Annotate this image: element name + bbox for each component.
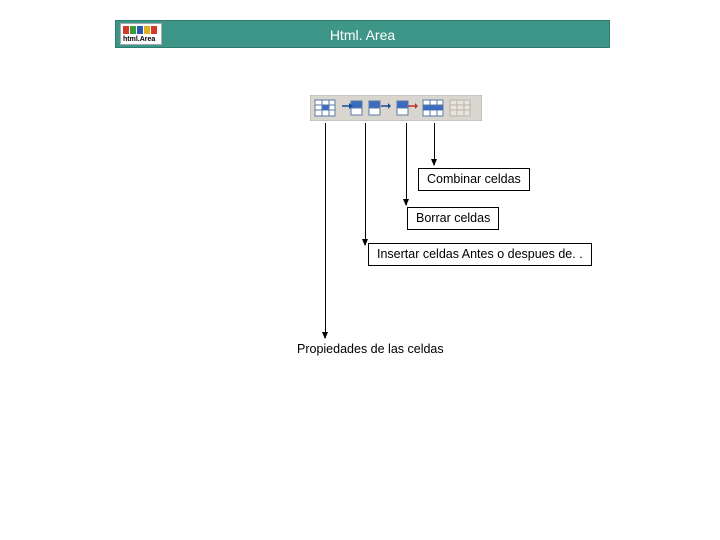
merge-cells-icon[interactable] xyxy=(421,97,445,119)
delete-cell-icon[interactable] xyxy=(394,97,418,119)
label-merge: Combinar celdas xyxy=(418,168,530,191)
page-title: Html. Area xyxy=(330,27,395,43)
arrow-delete xyxy=(406,123,407,205)
arrow-merge xyxy=(434,123,435,165)
split-cell-icon[interactable] xyxy=(448,97,472,119)
insert-cell-before-icon[interactable] xyxy=(340,97,364,119)
cell-properties-icon[interactable] xyxy=(313,97,337,119)
label-insert: Insertar celdas Antes o despues de. . xyxy=(368,243,592,266)
label-delete: Borrar celdas xyxy=(407,207,499,230)
table-cells-toolbar xyxy=(310,95,482,121)
title-bar: Html. Area xyxy=(115,20,610,48)
arrow-insert xyxy=(365,123,366,245)
logo-text: html.Area xyxy=(123,36,155,43)
label-properties: Propiedades de las celdas xyxy=(297,342,444,356)
insert-cell-after-icon[interactable] xyxy=(367,97,391,119)
htmlarea-logo: html.Area xyxy=(120,23,162,45)
arrow-properties xyxy=(325,123,326,338)
